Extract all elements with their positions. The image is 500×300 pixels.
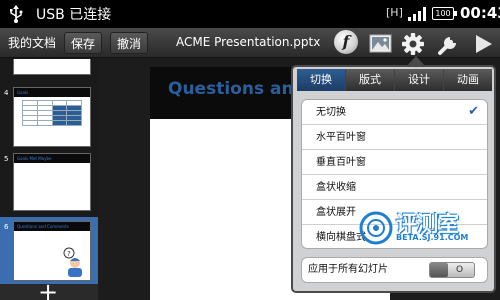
apply-to-all-toggle[interactable]: O [429, 262, 475, 278]
tab-design[interactable]: 设计 [395, 69, 444, 91]
thumbnail-previous[interactable] [0, 59, 98, 81]
usb-icon [10, 5, 23, 23]
thumbnail-title: Goals [14, 88, 90, 97]
thumbnail-title: Questions and Comments [14, 222, 90, 231]
image-icon[interactable] [368, 31, 394, 57]
thumbnail-slide-4[interactable]: 4 Goals [0, 87, 98, 149]
play-icon[interactable] [470, 31, 496, 57]
transition-option-horizontal-blinds[interactable]: 水平百叶窗 [302, 125, 487, 150]
person-clipart-icon: ? [63, 247, 82, 277]
transition-panel: 切换 版式 设计 动画 无切换 ✔ 水平百叶窗 垂直百叶窗 盒状收缩 盒状展开 [291, 65, 496, 293]
apply-to-all-slides-row: 应用于所有幻灯片 O [301, 257, 488, 283]
top-toolbar: 我的文档 保存 撤消 ACME Presentation.pptx f [0, 28, 500, 58]
app-window: USB 已连接 [H] 100 00:43 我的文档 保存 撤消 ACME Pr… [0, 0, 500, 300]
option-label: 盒状收缩 [316, 182, 356, 193]
document-title: ACME Presentation.pptx [176, 35, 321, 49]
watermark-url: BETA.SJ.91.COM [396, 233, 469, 242]
thumbnail-number: 6 [4, 223, 9, 231]
option-label: 垂直百叶窗 [316, 157, 366, 168]
thumbnail-table [22, 100, 82, 126]
slide-title[interactable]: Questions and [168, 79, 306, 99]
watermark-logo-icon [359, 211, 393, 245]
my-documents-button[interactable]: 我的文档 [2, 32, 62, 54]
battery-icon: 100 [432, 7, 457, 20]
checkmark-icon: ✔ [468, 104, 479, 119]
wrench-icon[interactable] [436, 31, 462, 57]
svg-text:?: ? [67, 250, 71, 258]
tab-layout[interactable]: 版式 [346, 69, 395, 91]
thumbnail-title: Goals Met Maybe [14, 154, 90, 163]
status-clock: 00:43 [460, 4, 500, 22]
option-label: 水平百叶窗 [316, 132, 366, 143]
gear-icon[interactable] [400, 31, 426, 57]
signal-icon [408, 5, 426, 21]
thumbnail-slide-5[interactable]: 5 Goals Met Maybe [0, 151, 98, 213]
thumbnail-number: 5 [4, 155, 9, 163]
undo-button[interactable]: 撤消 [110, 32, 149, 54]
transition-option-box-in[interactable]: 盒状收缩 [302, 175, 487, 200]
thumbnail-number: 4 [4, 89, 9, 97]
tab-transition[interactable]: 切换 [297, 69, 346, 91]
status-title: USB 已连接 [36, 7, 112, 23]
transition-option-vertical-blinds[interactable]: 垂直百叶窗 [302, 150, 487, 175]
toggle-state-label: O [456, 265, 464, 275]
watermark: 评测室 BETA.SJ.91.COM [354, 208, 496, 248]
panel-tabs: 切换 版式 设计 动画 [297, 69, 492, 91]
toggle-knob [430, 263, 448, 277]
slide-thumbnail-panel[interactable]: 4 Goals 5 Goals Met Maybe 6 Questions an… [0, 59, 98, 300]
network-type-badge: [H] [386, 6, 403, 19]
add-slide-icon[interactable]: + [38, 280, 58, 300]
function-icon[interactable]: f [334, 30, 358, 54]
option-label: 无切换 [316, 107, 346, 118]
status-bar: USB 已连接 [H] 100 00:43 [0, 0, 500, 28]
thumbnail-slide-6[interactable]: 6 Questions and Comments ? [0, 217, 98, 285]
save-button[interactable]: 保存 [64, 32, 103, 54]
transition-option-none[interactable]: 无切换 ✔ [302, 100, 487, 125]
add-slide-bar: + [0, 280, 98, 300]
option-label: 盒状展开 [316, 207, 356, 218]
tab-animation[interactable]: 动画 [444, 69, 492, 91]
apply-to-all-label: 应用于所有幻灯片 [308, 264, 388, 275]
